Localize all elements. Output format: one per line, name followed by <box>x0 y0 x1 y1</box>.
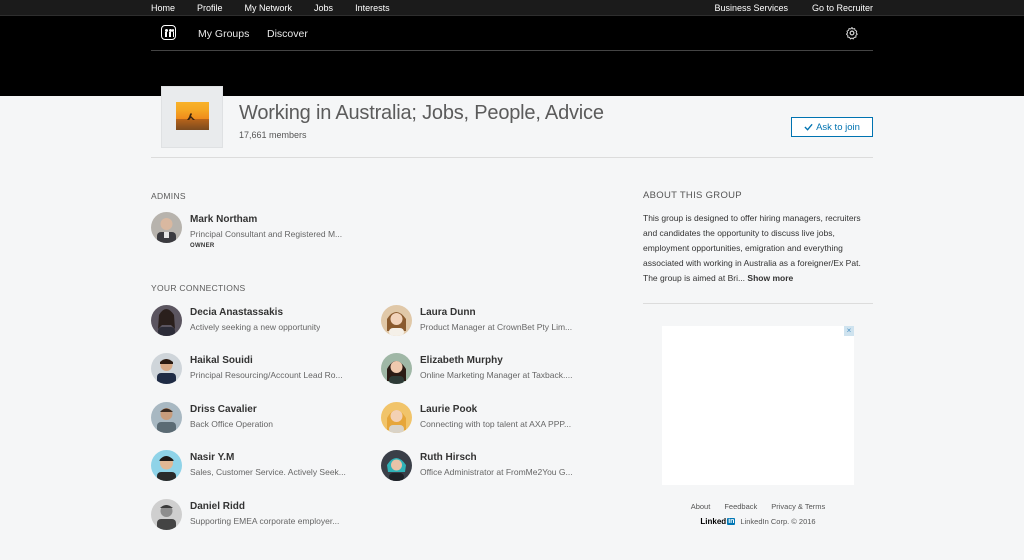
nav-jobs[interactable]: Jobs <box>314 3 333 13</box>
connection-name[interactable]: Elizabeth Murphy <box>420 355 503 366</box>
connection-headline: Back Office Operation <box>190 419 273 429</box>
group-logo-image <box>176 102 209 130</box>
ask-to-join-button[interactable]: Ask to join <box>791 117 873 137</box>
nav-interests[interactable]: Interests <box>355 3 390 13</box>
connection-headline: Sales, Customer Service. Actively Seek..… <box>190 467 346 477</box>
connection-name[interactable]: Laurie Pook <box>420 404 477 415</box>
check-icon <box>804 123 813 131</box>
header-divider <box>151 157 873 158</box>
admin-headline: Principal Consultant and Registered M... <box>190 229 343 239</box>
about-description: This group is designed to offer hiring m… <box>643 211 875 286</box>
avatar[interactable] <box>151 402 182 433</box>
connection-headline: Online Marketing Manager at Taxback.... <box>420 370 573 380</box>
connection-name[interactable]: Laura Dunn <box>420 307 476 318</box>
footer-feedback-link[interactable]: Feedback <box>724 502 757 511</box>
copyright-text: LinkedIn Corp. © 2016 <box>740 517 816 526</box>
about-title: ABOUT THIS GROUP <box>643 190 742 201</box>
member-count: 17,661 members <box>239 130 307 140</box>
connection-headline: Connecting with top talent at AXA PPP... <box>420 419 572 429</box>
avatar[interactable] <box>151 450 182 481</box>
connection-headline: Supporting EMEA corporate employer... <box>190 516 340 526</box>
connections-label: YOUR CONNECTIONS <box>151 283 246 293</box>
avatar[interactable] <box>151 212 182 243</box>
tab-my-groups[interactable]: My Groups <box>198 28 249 40</box>
show-more-link[interactable]: Show more <box>747 273 793 283</box>
ad-close-icon[interactable]: × <box>844 326 854 336</box>
connection-name[interactable]: Haikal Souidi <box>190 355 253 366</box>
connection-name[interactable]: Daniel Ridd <box>190 501 245 512</box>
admin-item[interactable]: Mark Northam Principal Consultant and Re… <box>151 212 381 249</box>
connection-name[interactable]: Decia Anastassakis <box>190 307 283 318</box>
avatar[interactable] <box>151 499 182 530</box>
connection-headline: Office Administrator at FromMe2You G... <box>420 467 573 477</box>
linkedin-logo-text: Linked <box>700 517 727 526</box>
gear-icon[interactable] <box>845 26 859 40</box>
connection-headline: Product Manager at CrownBet Pty Lim... <box>420 322 573 332</box>
group-logo <box>161 86 223 148</box>
groups-icon[interactable] <box>161 25 176 40</box>
global-nav: Home Profile My Network Jobs Interests B… <box>0 0 1024 16</box>
ask-to-join-label: Ask to join <box>816 121 860 133</box>
footer-about-link[interactable]: About <box>691 502 711 511</box>
admin-name[interactable]: Mark Northam <box>190 214 257 225</box>
footer-links: About Feedback Privacy & Terms <box>662 502 854 511</box>
owner-badge: OWNER <box>190 243 215 249</box>
nav-business-services[interactable]: Business Services <box>714 3 788 13</box>
connection-item[interactable]: Laurie Pook Connecting with top talent a… <box>381 402 611 436</box>
footer: About Feedback Privacy & Terms Linked in … <box>662 502 854 526</box>
about-divider <box>643 303 873 304</box>
global-nav-left: Home Profile My Network Jobs Interests <box>151 0 412 16</box>
connection-name[interactable]: Driss Cavalier <box>190 404 257 415</box>
connection-item[interactable]: Daniel Ridd Supporting EMEA corporate em… <box>151 499 381 533</box>
footer-privacy-link[interactable]: Privacy & Terms <box>771 502 825 511</box>
avatar[interactable] <box>381 402 412 433</box>
connection-headline: Actively seeking a new opportunity <box>190 322 321 332</box>
nav-home[interactable]: Home <box>151 3 175 13</box>
avatar[interactable] <box>381 305 412 336</box>
ad-slot[interactable]: × <box>662 326 854 485</box>
connection-name[interactable]: Ruth Hirsch <box>420 452 477 463</box>
avatar[interactable] <box>151 353 182 384</box>
connection-name[interactable]: Nasir Y.M <box>190 452 234 463</box>
connection-headline: Principal Resourcing/Account Lead Ro... <box>190 370 343 380</box>
nav-my-network[interactable]: My Network <box>245 3 293 13</box>
linkedin-logo: Linked in <box>700 517 736 526</box>
group-title: Working in Australia; Jobs, People, Advi… <box>239 102 604 124</box>
groups-subnav: My Groups Discover <box>151 16 873 51</box>
avatar[interactable] <box>381 353 412 384</box>
groups-header-band: My Groups Discover <box>0 16 1024 96</box>
avatar[interactable] <box>151 305 182 336</box>
connection-item[interactable]: Nasir Y.M Sales, Customer Service. Activ… <box>151 450 381 484</box>
connection-item[interactable]: Ruth Hirsch Office Administrator at From… <box>381 450 611 484</box>
avatar[interactable] <box>381 450 412 481</box>
tab-discover[interactable]: Discover <box>267 28 308 40</box>
nav-profile[interactable]: Profile <box>197 3 223 13</box>
connection-item[interactable]: Laura Dunn Product Manager at CrownBet P… <box>381 305 611 339</box>
connection-item[interactable]: Decia Anastassakis Actively seeking a ne… <box>151 305 381 339</box>
admins-label: ADMINS <box>151 191 186 201</box>
footer-copyright: Linked in LinkedIn Corp. © 2016 <box>662 517 854 526</box>
connection-item[interactable]: Haikal Souidi Principal Resourcing/Accou… <box>151 353 381 387</box>
connection-item[interactable]: Elizabeth Murphy Online Marketing Manage… <box>381 353 611 387</box>
kangaroo-icon <box>187 113 195 120</box>
connection-item[interactable]: Driss Cavalier Back Office Operation <box>151 402 381 436</box>
global-nav-right: Business Services Go to Recruiter <box>690 0 873 16</box>
nav-go-to-recruiter[interactable]: Go to Recruiter <box>812 3 873 13</box>
linkedin-logo-in: in <box>727 518 736 525</box>
